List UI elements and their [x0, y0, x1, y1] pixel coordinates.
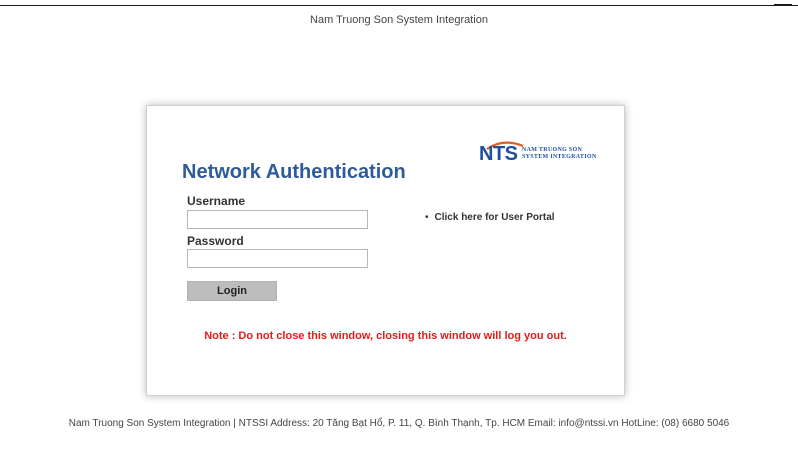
divider-tick [774, 4, 792, 6]
page: Nam Truong Son System Integration NTS NA… [0, 0, 798, 476]
login-card: NTS NAM TRUONG SON SYSTEM INTEGRATION Ne… [146, 105, 625, 396]
logo-company-line2: SYSTEM INTEGRATION [522, 154, 597, 160]
username-label: Username [187, 194, 246, 208]
user-portal-link[interactable]: • Click here for User Portal [425, 212, 555, 223]
bullet-icon: • [425, 212, 429, 223]
username-input[interactable] [187, 210, 368, 229]
top-divider [0, 4, 798, 6]
password-label: Password [187, 234, 244, 248]
logo-company-name: NAM TRUONG SON SYSTEM INTEGRATION [522, 147, 596, 161]
nts-logo: NTS NAM TRUONG SON SYSTEM INTEGRATION [479, 141, 619, 171]
user-portal-link-label: Click here for User Portal [434, 212, 555, 223]
logo-company-line1: NAM TRUONG SON [522, 147, 583, 153]
logout-warning-note: Note : Do not close this window, closing… [204, 330, 567, 342]
page-header-title: Nam Truong Son System Integration [310, 14, 488, 26]
logo-mark: NTS [479, 143, 518, 165]
page-title: Network Authentication [182, 161, 406, 183]
page-footer: Nam Truong Son System Integration | NTSS… [68, 418, 730, 429]
login-button[interactable]: Login [187, 281, 277, 301]
password-input[interactable] [187, 249, 368, 268]
